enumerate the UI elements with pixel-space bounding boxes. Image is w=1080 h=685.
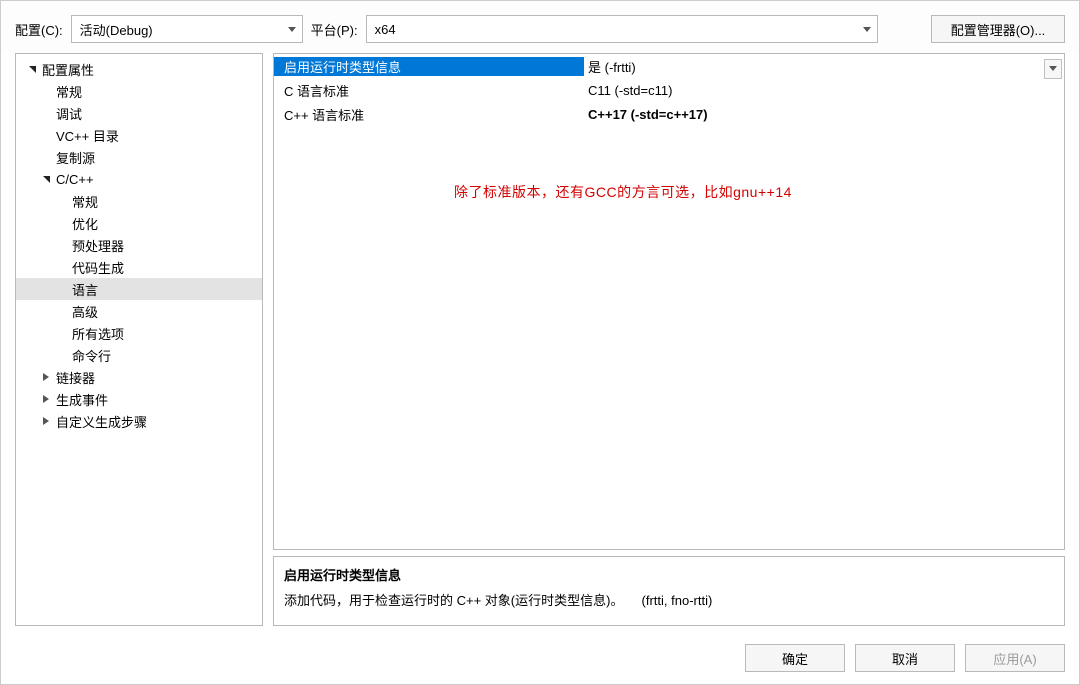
property-value-dropdown[interactable] [1044,59,1062,79]
tree-item-label: 复制源 [56,148,95,167]
description-body: 添加代码，用于检查运行时的 C++ 对象(运行时类型信息)。 (frtti, f… [284,590,1054,609]
config-select-value: 活动(Debug) [80,20,153,39]
property-value[interactable]: C++17 (-std=c++17) [584,107,1064,122]
tree-item-ccpp-cmdline[interactable]: 命令行 [16,344,262,366]
chevron-down-icon [288,27,296,32]
triangle-right-icon[interactable] [40,415,52,427]
chevron-down-icon [1049,66,1057,71]
tree-item-label: 命令行 [72,346,111,365]
tree-item-label: 自定义生成步骤 [56,412,147,431]
tree-item-label: 链接器 [56,368,95,387]
apply-button[interactable]: 应用(A) [965,644,1065,672]
description-title: 启用运行时类型信息 [284,565,1054,584]
tree-item-debug[interactable]: 调试 [16,102,262,124]
tree-item-label: 高级 [72,302,98,321]
tree-item-label: 所有选项 [72,324,124,343]
tree-item-ccpp[interactable]: C/C++ [16,168,262,190]
grid-row[interactable]: C 语言标准C11 (-std=c11) [274,78,1064,102]
tree-item-general[interactable]: 常规 [16,80,262,102]
tree-item-ccpp-advanced[interactable]: 高级 [16,300,262,322]
tree-item-label: VC++ 目录 [56,126,119,145]
tree-item-label: 常规 [56,82,82,101]
annotation-text: 除了标准版本，还有GCC的方言可选，比如gnu++14 [454,182,792,202]
property-value[interactable]: C11 (-std=c11) [584,83,1064,98]
tree-item-label: 优化 [72,214,98,233]
grid-row[interactable]: C++ 语言标准C++17 (-std=c++17) [274,102,1064,126]
tree-item-ccpp-codegen[interactable]: 代码生成 [16,256,262,278]
triangle-down-icon[interactable] [40,173,52,185]
config-label: 配置(C): [15,20,63,39]
property-name: C++ 语言标准 [274,105,584,124]
grid-row[interactable]: 启用运行时类型信息是 (-frtti) [274,54,1064,78]
triangle-right-icon[interactable] [40,393,52,405]
tree-item-ccpp-general[interactable]: 常规 [16,190,262,212]
property-grid[interactable]: 启用运行时类型信息是 (-frtti)C 语言标准C11 (-std=c11)C… [273,53,1065,550]
tree-item-copysrc[interactable]: 复制源 [16,146,262,168]
bottom-toolbar: 确定 取消 应用(A) [1,634,1079,684]
tree-item-label: 代码生成 [72,258,124,277]
config-select[interactable]: 活动(Debug) [71,15,303,43]
config-manager-button[interactable]: 配置管理器(O)... [931,15,1065,43]
ok-button[interactable]: 确定 [745,644,845,672]
tree-item-linker[interactable]: 链接器 [16,366,262,388]
platform-select-value: x64 [375,22,396,37]
tree-item-label: 语言 [72,280,98,299]
platform-label: 平台(P): [311,20,358,39]
tree-item-ccpp-allopts[interactable]: 所有选项 [16,322,262,344]
top-toolbar: 配置(C): 活动(Debug) 平台(P): x64 配置管理器(O)... [1,1,1079,53]
tree-item-root[interactable]: 配置属性 [16,58,262,80]
config-tree[interactable]: 配置属性常规调试VC++ 目录复制源C/C++常规优化预处理器代码生成语言高级所… [15,53,263,626]
tree-item-label: 配置属性 [42,60,94,79]
tree-item-ccpp-language[interactable]: 语言 [16,278,262,300]
description-panel: 启用运行时类型信息 添加代码，用于检查运行时的 C++ 对象(运行时类型信息)。… [273,556,1065,626]
tree-item-ccpp-optimize[interactable]: 优化 [16,212,262,234]
tree-item-label: 调试 [56,104,82,123]
property-name: 启用运行时类型信息 [274,57,584,76]
triangle-right-icon[interactable] [40,371,52,383]
tree-item-ccpp-preproc[interactable]: 预处理器 [16,234,262,256]
tree-item-label: 预处理器 [72,236,124,255]
tree-item-buildevt[interactable]: 生成事件 [16,388,262,410]
property-value[interactable]: 是 (-frtti) [584,57,1064,76]
chevron-down-icon [863,27,871,32]
tree-item-label: 生成事件 [56,390,108,409]
tree-item-label: C/C++ [56,172,94,187]
property-name: C 语言标准 [274,81,584,100]
tree-item-label: 常规 [72,192,98,211]
tree-item-custom[interactable]: 自定义生成步骤 [16,410,262,432]
cancel-button[interactable]: 取消 [855,644,955,672]
triangle-down-icon[interactable] [26,63,38,75]
platform-select[interactable]: x64 [366,15,878,43]
tree-item-vcdirs[interactable]: VC++ 目录 [16,124,262,146]
